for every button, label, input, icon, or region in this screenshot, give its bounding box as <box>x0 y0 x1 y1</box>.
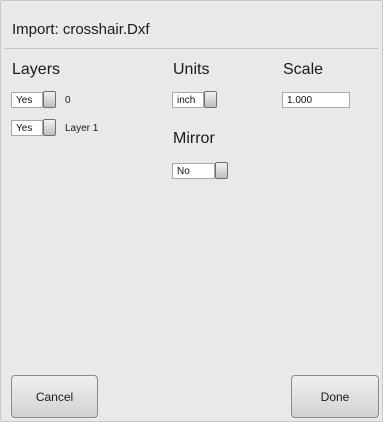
layer-1-name: Layer 1 <box>65 123 99 134</box>
layer-1-visible-toggle[interactable] <box>43 119 56 136</box>
layer-0-visible-field[interactable]: Yes <box>11 92 43 108</box>
units-field[interactable]: inch <box>172 92 204 108</box>
layer-0-name: 0 <box>65 95 71 106</box>
done-button[interactable]: Done <box>291 375 379 418</box>
mirror-toggle[interactable] <box>215 162 228 179</box>
cancel-button[interactable]: Cancel <box>11 375 98 418</box>
layers-heading: Layers <box>12 61 61 78</box>
import-dialog: Import: crosshair.Dxf Layers Yes 0 Yes L… <box>0 0 383 422</box>
units-heading: Units <box>173 61 210 78</box>
dialog-title: Import: crosshair.Dxf <box>12 21 150 38</box>
units-toggle[interactable] <box>204 91 217 108</box>
mirror-field[interactable]: No <box>172 163 215 179</box>
title-divider <box>5 48 378 49</box>
scale-heading: Scale <box>283 61 324 78</box>
layer-1-visible-field[interactable]: Yes <box>11 120 43 136</box>
scale-input[interactable]: 1.000 <box>282 92 350 108</box>
layer-0-visible-toggle[interactable] <box>43 91 56 108</box>
mirror-heading: Mirror <box>173 130 215 147</box>
